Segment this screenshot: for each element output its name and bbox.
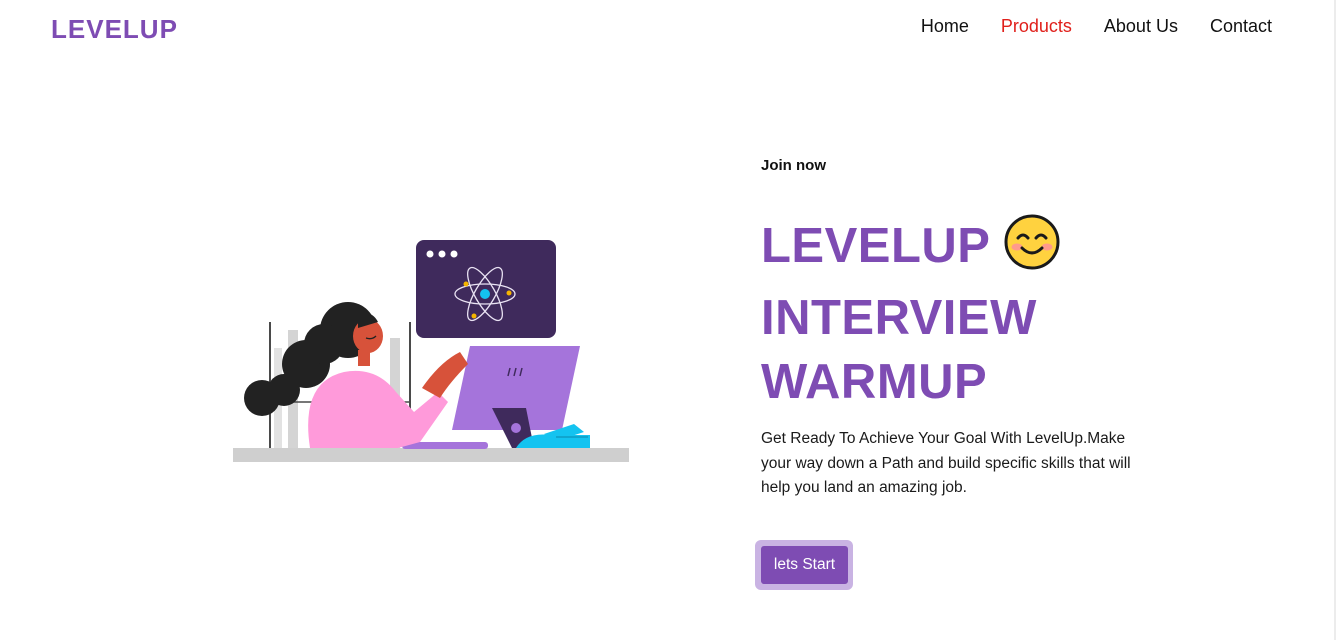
headline-word-levelup: LEVELUP <box>761 219 991 273</box>
headline-line-3: WARMUP <box>761 355 988 409</box>
smiling-face-icon <box>1004 214 1060 286</box>
headline-line-2: INTERVIEW <box>761 291 1037 345</box>
landing-page: LEVELUP Home Products About Us Contact J… <box>0 0 1336 640</box>
lets-start-button[interactable]: lets Start <box>761 546 848 584</box>
nav-contact-link[interactable]: Contact <box>1210 16 1272 37</box>
main-nav: Home Products About Us Contact <box>921 16 1272 37</box>
nav-about-us-link[interactable]: About Us <box>1104 16 1178 37</box>
join-now-label: Join now <box>761 157 826 174</box>
hero-illustration <box>233 240 629 462</box>
desk <box>233 448 629 462</box>
nav-home-link[interactable]: Home <box>921 16 969 37</box>
headline-line-1: LEVELUP <box>761 214 1060 286</box>
atom-window <box>416 240 556 338</box>
brand-logo[interactable]: LEVELUP <box>51 14 178 45</box>
hero-description: Get Ready To Achieve Your Goal With Leve… <box>761 430 1131 496</box>
nav-products-link[interactable]: Products <box>1001 16 1072 37</box>
hero-headline: LEVELUP INTERVIEW WARMUP <box>761 214 1060 414</box>
